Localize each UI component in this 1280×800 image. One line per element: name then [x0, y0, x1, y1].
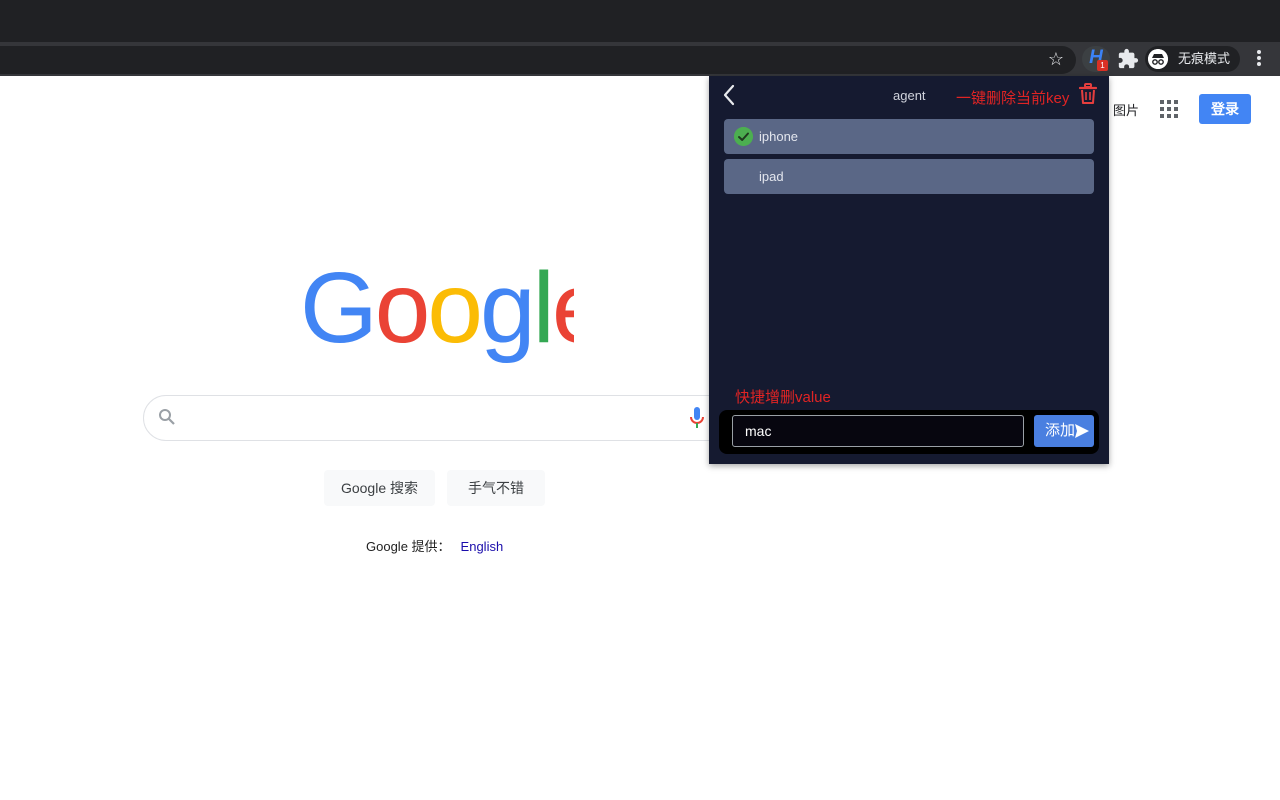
- quick-edit-value-hint: 快捷增删value: [735, 389, 831, 406]
- offered-in-line: Google 提供： English: [366, 536, 503, 555]
- feeling-lucky-button[interactable]: 手气不错: [447, 470, 545, 506]
- back-chevron-icon[interactable]: [721, 84, 737, 106]
- google-search-button[interactable]: Google 搜索: [324, 470, 435, 506]
- google-logo: Google: [300, 258, 574, 364]
- add-value-bar: mac 添加: [719, 410, 1099, 454]
- extension-popup: agent 一键删除当前key iphone ipad 快捷增删value ma…: [709, 76, 1109, 464]
- current-key-title: agent: [893, 88, 926, 103]
- delete-key-hint: 一键删除当前key: [956, 90, 1070, 107]
- incognito-profile-button[interactable]: 无痕模式: [1145, 46, 1240, 72]
- value-item-ipad[interactable]: ipad: [724, 159, 1094, 194]
- search-input[interactable]: [143, 395, 745, 441]
- svg-text:Google: Google: [300, 258, 574, 364]
- value-item-label: iphone: [759, 129, 799, 144]
- search-icon: [159, 409, 175, 425]
- apps-grid-icon[interactable]: [1160, 100, 1178, 118]
- extensions-puzzle-icon[interactable]: [1117, 48, 1139, 70]
- value-item-iphone[interactable]: iphone: [724, 119, 1094, 154]
- incognito-label: 无痕模式: [1178, 51, 1231, 66]
- extension-badge: 1: [1097, 60, 1108, 71]
- value-item-label: ipad: [759, 169, 784, 184]
- new-value-input[interactable]: mac: [732, 415, 1024, 447]
- address-bar[interactable]: [0, 46, 1076, 74]
- add-button-label: 添加: [1045, 422, 1076, 439]
- browser-menu-icon[interactable]: [1251, 48, 1267, 70]
- trash-icon[interactable]: [1079, 83, 1097, 105]
- microphone-icon[interactable]: [690, 406, 704, 430]
- add-value-button[interactable]: 添加: [1034, 415, 1094, 447]
- extension-h-button[interactable]: H 1: [1082, 46, 1110, 72]
- selected-check-icon: [734, 127, 753, 146]
- incognito-icon: [1148, 49, 1168, 69]
- offered-in-label: Google 提供：: [366, 539, 451, 554]
- send-icon: [1075, 424, 1089, 438]
- value-list: iphone ipad: [724, 119, 1094, 199]
- tab-strip: [0, 0, 1280, 42]
- language-link-english[interactable]: English: [461, 539, 504, 554]
- images-link[interactable]: 图片: [1113, 100, 1139, 119]
- signin-button[interactable]: 登录: [1199, 94, 1251, 124]
- bookmark-star-icon[interactable]: ☆: [1046, 49, 1066, 69]
